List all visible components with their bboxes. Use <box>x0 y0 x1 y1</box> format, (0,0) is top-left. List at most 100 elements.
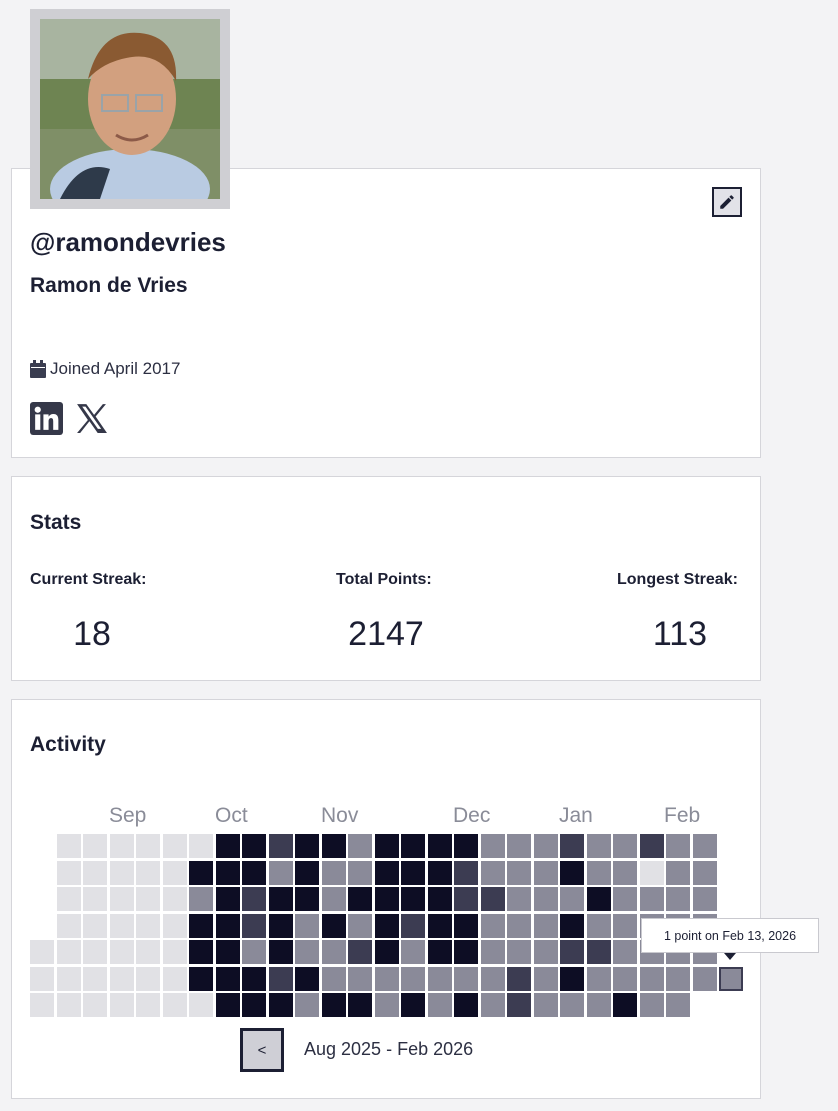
activity-cell[interactable] <box>692 860 717 885</box>
activity-cell[interactable] <box>427 993 452 1017</box>
activity-cell[interactable] <box>83 966 107 991</box>
activity-cell[interactable] <box>56 860 81 885</box>
activity-cell[interactable] <box>401 993 425 1017</box>
activity-cell[interactable] <box>586 993 611 1017</box>
activity-cell[interactable] <box>560 913 584 938</box>
activity-cell[interactable] <box>136 993 160 1017</box>
activity-cell[interactable] <box>613 913 637 938</box>
activity-cell[interactable] <box>533 860 558 885</box>
activity-cell[interactable] <box>586 940 611 964</box>
activity-cell[interactable] <box>321 913 346 938</box>
activity-cell[interactable] <box>454 860 478 885</box>
activity-cell[interactable] <box>109 887 134 911</box>
activity-cell[interactable] <box>613 940 637 964</box>
activity-cell[interactable] <box>639 966 664 991</box>
activity-cell[interactable] <box>374 940 399 964</box>
activity-cell[interactable] <box>401 860 425 885</box>
activity-cell[interactable] <box>215 860 240 885</box>
activity-cell[interactable] <box>242 940 266 964</box>
activity-cell[interactable] <box>639 887 664 911</box>
activity-cell[interactable] <box>136 887 160 911</box>
activity-cell[interactable] <box>560 860 584 885</box>
activity-cell[interactable] <box>586 834 611 858</box>
activity-cell[interactable] <box>242 913 266 938</box>
activity-cell[interactable] <box>162 940 187 964</box>
activity-cell[interactable] <box>321 834 346 858</box>
activity-cell[interactable] <box>162 966 187 991</box>
activity-cell[interactable] <box>83 887 107 911</box>
activity-cell[interactable] <box>295 966 319 991</box>
activity-cell[interactable] <box>613 860 637 885</box>
activity-cell[interactable] <box>692 834 717 858</box>
linkedin-icon[interactable] <box>30 402 63 435</box>
activity-cell[interactable] <box>109 966 134 991</box>
activity-cell[interactable] <box>56 940 81 964</box>
activity-cell[interactable] <box>613 887 637 911</box>
activity-cell[interactable] <box>295 940 319 964</box>
activity-cell[interactable] <box>83 993 107 1017</box>
activity-cell[interactable] <box>295 887 319 911</box>
x-icon[interactable] <box>75 402 108 435</box>
activity-cell[interactable] <box>454 966 478 991</box>
activity-cell[interactable] <box>136 860 160 885</box>
activity-cell[interactable] <box>427 940 452 964</box>
activity-cell[interactable] <box>215 940 240 964</box>
activity-cell[interactable] <box>666 834 690 858</box>
edit-profile-button[interactable] <box>712 187 742 217</box>
activity-cell[interactable] <box>109 993 134 1017</box>
activity-cell[interactable] <box>401 887 425 911</box>
activity-cell[interactable] <box>374 834 399 858</box>
activity-cell[interactable] <box>83 913 107 938</box>
activity-cell[interactable] <box>374 993 399 1017</box>
activity-cell[interactable] <box>374 887 399 911</box>
activity-cell[interactable] <box>189 887 213 911</box>
activity-cell[interactable] <box>162 834 187 858</box>
activity-cell[interactable] <box>56 887 81 911</box>
activity-cell[interactable] <box>480 860 505 885</box>
activity-cell[interactable] <box>613 834 637 858</box>
activity-cell[interactable] <box>242 860 266 885</box>
activity-cell[interactable] <box>321 940 346 964</box>
activity-cell[interactable] <box>666 993 690 1017</box>
activity-cell[interactable] <box>83 860 107 885</box>
activity-cell[interactable] <box>560 940 584 964</box>
activity-cell[interactable] <box>427 966 452 991</box>
activity-cell[interactable] <box>242 966 266 991</box>
activity-cell[interactable] <box>507 913 531 938</box>
activity-cell[interactable] <box>268 966 293 991</box>
activity-cell[interactable] <box>162 887 187 911</box>
activity-cell[interactable] <box>480 940 505 964</box>
activity-cell[interactable] <box>348 993 372 1017</box>
activity-cell[interactable] <box>692 966 717 991</box>
activity-cell[interactable] <box>427 834 452 858</box>
activity-cell[interactable] <box>666 887 690 911</box>
activity-cell[interactable] <box>401 940 425 964</box>
activity-cell[interactable] <box>507 940 531 964</box>
activity-cell[interactable] <box>666 860 690 885</box>
activity-cell[interactable] <box>480 966 505 991</box>
activity-cell[interactable] <box>586 966 611 991</box>
activity-cell[interactable] <box>321 860 346 885</box>
activity-cell[interactable] <box>136 834 160 858</box>
activity-cell[interactable] <box>30 993 54 1017</box>
activity-cell[interactable] <box>242 887 266 911</box>
activity-cell[interactable] <box>639 834 664 858</box>
activity-cell[interactable] <box>427 913 452 938</box>
activity-cell[interactable] <box>189 860 213 885</box>
activity-cell[interactable] <box>348 966 372 991</box>
activity-cell[interactable] <box>454 993 478 1017</box>
activity-cell[interactable] <box>401 966 425 991</box>
activity-cell[interactable] <box>348 860 372 885</box>
activity-cell[interactable] <box>268 887 293 911</box>
activity-cell[interactable] <box>374 966 399 991</box>
activity-cell[interactable] <box>533 913 558 938</box>
activity-cell[interactable] <box>401 913 425 938</box>
activity-cell[interactable] <box>242 834 266 858</box>
activity-cell[interactable] <box>666 966 690 991</box>
activity-cell[interactable] <box>560 993 584 1017</box>
activity-cell[interactable] <box>109 834 134 858</box>
activity-cell[interactable] <box>189 913 213 938</box>
activity-cell[interactable] <box>56 834 81 858</box>
activity-cell[interactable] <box>401 834 425 858</box>
activity-cell[interactable] <box>454 913 478 938</box>
